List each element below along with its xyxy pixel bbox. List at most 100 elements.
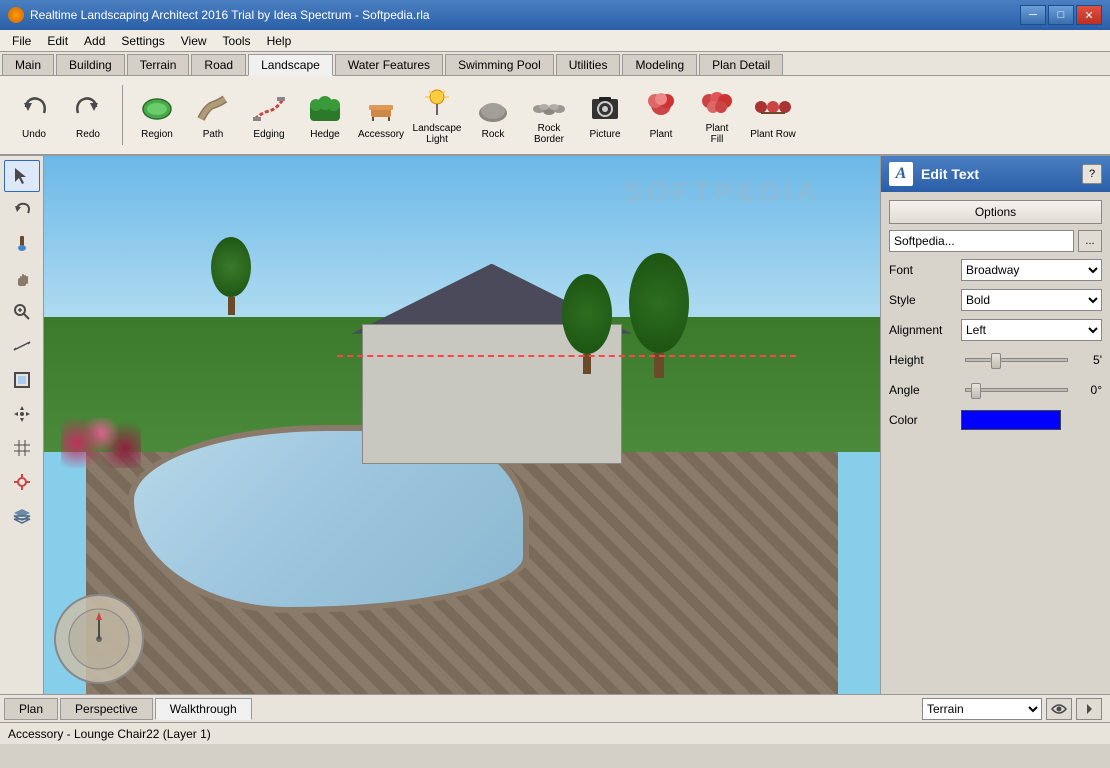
plant-button[interactable]: Plant: [635, 82, 687, 148]
menu-tools[interactable]: Tools: [215, 32, 259, 50]
browse-button[interactable]: ...: [1078, 230, 1102, 252]
undo-side-button[interactable]: [4, 194, 40, 226]
tab-landscape[interactable]: Landscape: [248, 54, 333, 76]
hedge-button[interactable]: Hedge: [299, 82, 351, 148]
minimap: [54, 594, 144, 684]
tab-swimming-pool[interactable]: Swimming Pool: [445, 54, 554, 75]
terrain-visibility-button[interactable]: [1046, 698, 1072, 720]
tab-terrain[interactable]: Terrain: [127, 54, 190, 75]
picture-button[interactable]: Picture: [579, 82, 631, 148]
tab-road[interactable]: Road: [191, 54, 246, 75]
accessory-button[interactable]: Accessory: [355, 82, 407, 148]
help-button[interactable]: ?: [1082, 164, 1102, 184]
snap-tool-button[interactable]: [4, 466, 40, 498]
undo-button[interactable]: Undo: [8, 82, 60, 148]
landscape-light-label: LandscapeLight: [413, 123, 462, 145]
rock-border-button[interactable]: RockBorder: [523, 82, 575, 148]
hedge-icon: [307, 91, 343, 127]
toolbar-tabs: Main Building Terrain Road Landscape Wat…: [0, 52, 1110, 76]
tab-modeling[interactable]: Modeling: [622, 54, 697, 75]
tree-trunk-1: [583, 354, 591, 374]
style-row: Style Bold Regular Italic Bold Italic: [889, 288, 1102, 312]
height-slider-track[interactable]: [965, 358, 1068, 362]
hand-tool-button[interactable]: [4, 262, 40, 294]
plant-fill-button[interactable]: PlantFill: [691, 82, 743, 148]
sep1: [122, 85, 123, 145]
angle-slider-track[interactable]: [965, 388, 1068, 392]
tab-water-features[interactable]: Water Features: [335, 54, 443, 75]
tab-plan-detail[interactable]: Plan Detail: [699, 54, 783, 75]
style-select[interactable]: Bold Regular Italic Bold Italic: [961, 289, 1102, 311]
minimize-button[interactable]: ─: [1020, 5, 1046, 25]
tab-building[interactable]: Building: [56, 54, 125, 75]
rock-button[interactable]: Rock: [467, 82, 519, 148]
hedge-label: Hedge: [310, 129, 339, 140]
canvas-area[interactable]: SOFTPEDIA: [44, 156, 880, 694]
flowers: [61, 418, 141, 468]
tree-top-1: [562, 274, 612, 354]
landscape-light-button[interactable]: LandscapeLight: [411, 82, 463, 148]
font-label: Font: [889, 263, 961, 277]
status-text: Accessory - Lounge Chair22 (Layer 1): [8, 727, 211, 741]
options-button[interactable]: Options: [889, 200, 1102, 224]
plant-row-icon: [755, 91, 791, 127]
tab-perspective[interactable]: Perspective: [60, 698, 153, 720]
menu-help[interactable]: Help: [259, 32, 300, 50]
angle-row: Angle 0°: [889, 378, 1102, 402]
color-swatch[interactable]: [961, 410, 1061, 430]
menu-view[interactable]: View: [173, 32, 215, 50]
plant-icon: [643, 91, 679, 127]
menu-file[interactable]: File: [4, 32, 39, 50]
picture-label: Picture: [589, 129, 620, 140]
path-label: Path: [203, 129, 224, 140]
tab-main[interactable]: Main: [2, 54, 54, 75]
statusbar: Accessory - Lounge Chair22 (Layer 1): [0, 722, 1110, 744]
path-button[interactable]: Path: [187, 82, 239, 148]
tab-utilities[interactable]: Utilities: [556, 54, 621, 75]
angle-value: 0°: [1072, 383, 1102, 397]
angle-slider-thumb[interactable]: [971, 383, 981, 399]
edging-button[interactable]: Edging: [243, 82, 295, 148]
left-sidebar: [0, 156, 44, 694]
grid-tool-button[interactable]: [4, 432, 40, 464]
text-input[interactable]: [889, 230, 1074, 252]
redo-button[interactable]: Redo: [62, 82, 114, 148]
height-value: 5': [1072, 353, 1102, 367]
height-slider-thumb[interactable]: [991, 353, 1001, 369]
plant-fill-label: PlantFill: [706, 123, 729, 145]
rock-icon: [475, 91, 511, 127]
menu-edit[interactable]: Edit: [39, 32, 76, 50]
paint-tool-button[interactable]: [4, 228, 40, 260]
menu-add[interactable]: Add: [76, 32, 113, 50]
picture-icon: [587, 91, 623, 127]
accessory-label: Accessory: [358, 129, 404, 140]
terrain-select[interactable]: Terrain Layer 1 Layer 2: [922, 698, 1042, 720]
color-label: Color: [889, 413, 961, 427]
titlebar-controls: ─ □ ✕: [1020, 5, 1102, 25]
font-select[interactable]: Broadway Arial Times New Roman Verdana: [961, 259, 1102, 281]
undo-icon: [16, 91, 52, 127]
app-icon: [8, 7, 24, 23]
terrain-menu-button[interactable]: [1076, 698, 1102, 720]
menu-settings[interactable]: Settings: [113, 32, 172, 50]
alignment-select[interactable]: Left Center Right: [961, 319, 1102, 341]
region-button[interactable]: Region: [131, 82, 183, 148]
light-icon: [419, 85, 455, 121]
titlebar-left: Realtime Landscaping Architect 2016 Tria…: [8, 7, 430, 23]
measure-tool-button[interactable]: [4, 330, 40, 362]
restore-button[interactable]: □: [1048, 5, 1074, 25]
tab-plan[interactable]: Plan: [4, 698, 58, 720]
edging-label: Edging: [253, 129, 284, 140]
close-button[interactable]: ✕: [1076, 5, 1102, 25]
region-label: Region: [141, 129, 173, 140]
zoom-tool-button[interactable]: [4, 296, 40, 328]
path-icon: [195, 91, 231, 127]
layers-tool-button[interactable]: [4, 500, 40, 532]
tab-walkthrough[interactable]: Walkthrough: [155, 698, 252, 720]
tree-2: [629, 253, 689, 378]
fit-view-button[interactable]: [4, 364, 40, 396]
pan-tool-button[interactable]: [4, 398, 40, 430]
plant-row-button[interactable]: Plant Row: [747, 82, 799, 148]
tree-top-2: [629, 253, 689, 353]
select-tool-button[interactable]: [4, 160, 40, 192]
